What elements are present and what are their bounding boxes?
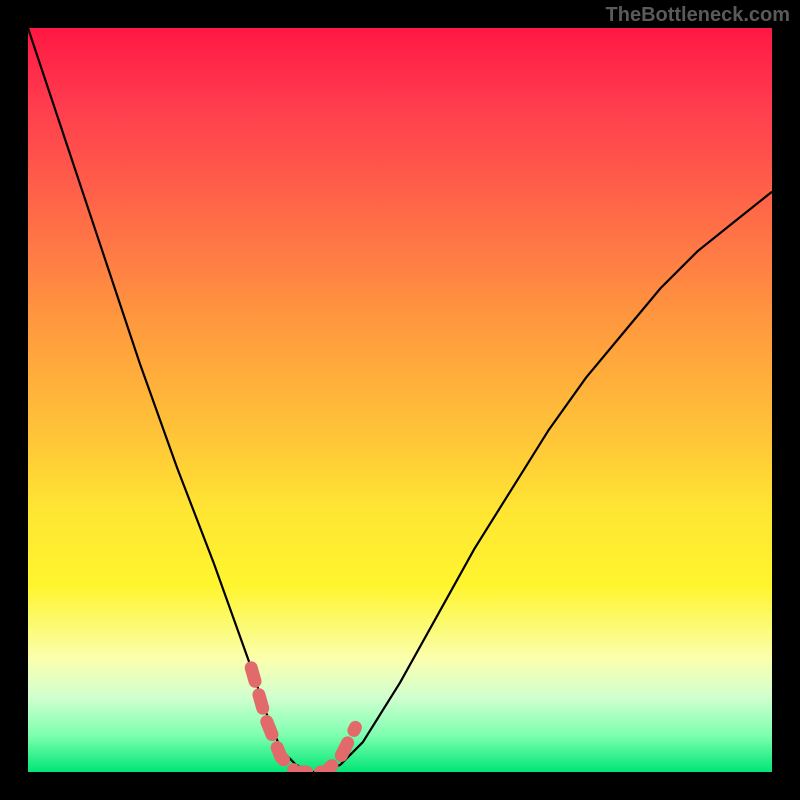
curve-svg	[28, 28, 772, 772]
highlight-region	[251, 668, 355, 772]
bottleneck-curve	[28, 28, 772, 772]
watermark-text: TheBottleneck.com	[606, 4, 790, 27]
chart-area	[28, 28, 772, 772]
